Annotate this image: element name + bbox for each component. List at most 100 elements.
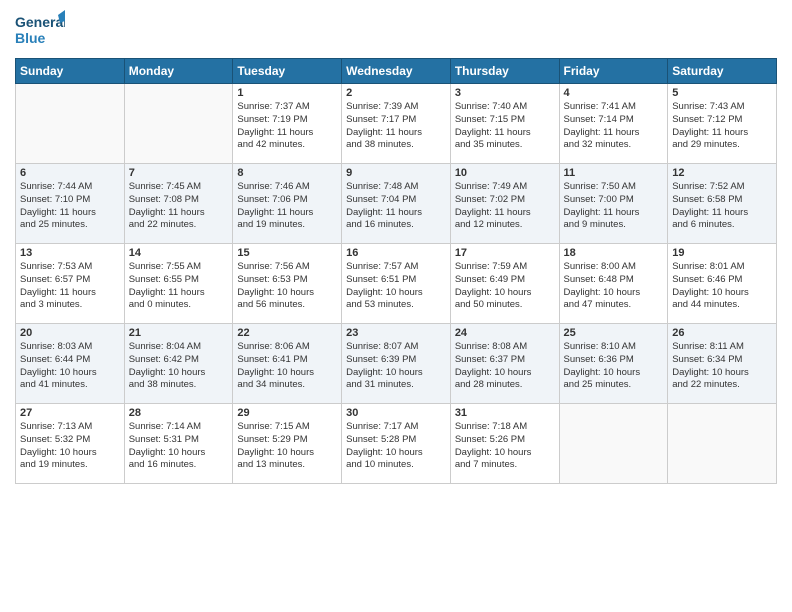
day-number: 23 (346, 327, 446, 339)
daylight-line2: and 47 minutes. (564, 299, 664, 312)
calendar-cell: 27 Sunrise: 7:13 AM Sunset: 5:32 PM Dayl… (16, 404, 125, 484)
daylight-line2: and 9 minutes. (564, 219, 664, 232)
day-number: 11 (564, 167, 664, 179)
day-number: 5 (672, 87, 772, 99)
daylight-line2: and 16 minutes. (346, 219, 446, 232)
calendar-cell: 12 Sunrise: 7:52 AM Sunset: 6:58 PM Dayl… (668, 164, 777, 244)
daylight-line1: Daylight: 11 hours (346, 127, 446, 140)
daylight-line1: Daylight: 11 hours (129, 207, 229, 220)
daylight-line1: Daylight: 11 hours (346, 207, 446, 220)
sunrise-line: Sunrise: 7:59 AM (455, 261, 555, 274)
day-number: 15 (237, 247, 337, 259)
sunrise-line: Sunrise: 7:56 AM (237, 261, 337, 274)
calendar-week-row: 6 Sunrise: 7:44 AM Sunset: 7:10 PM Dayli… (16, 164, 777, 244)
sunrise-line: Sunrise: 7:52 AM (672, 181, 772, 194)
daylight-line2: and 38 minutes. (129, 379, 229, 392)
day-number: 12 (672, 167, 772, 179)
daylight-line1: Daylight: 10 hours (237, 287, 337, 300)
sunrise-line: Sunrise: 7:55 AM (129, 261, 229, 274)
calendar-cell: 22 Sunrise: 8:06 AM Sunset: 6:41 PM Dayl… (233, 324, 342, 404)
day-number: 17 (455, 247, 555, 259)
sunrise-line: Sunrise: 8:07 AM (346, 341, 446, 354)
sunrise-line: Sunrise: 7:53 AM (20, 261, 120, 274)
daylight-line2: and 29 minutes. (672, 139, 772, 152)
daylight-line2: and 3 minutes. (20, 299, 120, 312)
calendar-cell (668, 404, 777, 484)
daylight-line1: Daylight: 11 hours (20, 287, 120, 300)
daylight-line1: Daylight: 11 hours (672, 127, 772, 140)
sunset-line: Sunset: 6:34 PM (672, 354, 772, 367)
daylight-line1: Daylight: 10 hours (672, 367, 772, 380)
sunrise-line: Sunrise: 8:03 AM (20, 341, 120, 354)
daylight-line2: and 32 minutes. (564, 139, 664, 152)
calendar-header-saturday: Saturday (668, 59, 777, 84)
day-number: 26 (672, 327, 772, 339)
sunset-line: Sunset: 6:46 PM (672, 274, 772, 287)
daylight-line2: and 35 minutes. (455, 139, 555, 152)
calendar-cell: 14 Sunrise: 7:55 AM Sunset: 6:55 PM Dayl… (124, 244, 233, 324)
svg-text:General: General (15, 14, 65, 30)
daylight-line1: Daylight: 11 hours (564, 207, 664, 220)
logo-svg: General Blue (15, 10, 65, 50)
sunset-line: Sunset: 7:02 PM (455, 194, 555, 207)
sunrise-line: Sunrise: 8:11 AM (672, 341, 772, 354)
daylight-line1: Daylight: 10 hours (237, 447, 337, 460)
day-number: 29 (237, 407, 337, 419)
day-number: 6 (20, 167, 120, 179)
daylight-line1: Daylight: 11 hours (455, 127, 555, 140)
sunrise-line: Sunrise: 7:14 AM (129, 421, 229, 434)
daylight-line1: Daylight: 10 hours (455, 287, 555, 300)
daylight-line2: and 34 minutes. (237, 379, 337, 392)
daylight-line2: and 41 minutes. (20, 379, 120, 392)
daylight-line2: and 7 minutes. (455, 459, 555, 472)
daylight-line1: Daylight: 10 hours (129, 367, 229, 380)
day-number: 20 (20, 327, 120, 339)
daylight-line1: Daylight: 11 hours (237, 127, 337, 140)
calendar-cell: 30 Sunrise: 7:17 AM Sunset: 5:28 PM Dayl… (342, 404, 451, 484)
header: General Blue (15, 10, 777, 50)
svg-text:Blue: Blue (15, 30, 46, 46)
sunrise-line: Sunrise: 7:46 AM (237, 181, 337, 194)
calendar-header-row: SundayMondayTuesdayWednesdayThursdayFrid… (16, 59, 777, 84)
daylight-line1: Daylight: 10 hours (455, 447, 555, 460)
daylight-line1: Daylight: 10 hours (346, 367, 446, 380)
calendar-cell: 31 Sunrise: 7:18 AM Sunset: 5:26 PM Dayl… (450, 404, 559, 484)
calendar-cell: 13 Sunrise: 7:53 AM Sunset: 6:57 PM Dayl… (16, 244, 125, 324)
sunrise-line: Sunrise: 7:18 AM (455, 421, 555, 434)
daylight-line1: Daylight: 10 hours (129, 447, 229, 460)
sunset-line: Sunset: 6:53 PM (237, 274, 337, 287)
day-number: 21 (129, 327, 229, 339)
calendar-cell: 2 Sunrise: 7:39 AM Sunset: 7:17 PM Dayli… (342, 84, 451, 164)
sunrise-line: Sunrise: 8:06 AM (237, 341, 337, 354)
day-number: 1 (237, 87, 337, 99)
day-number: 28 (129, 407, 229, 419)
calendar-cell: 10 Sunrise: 7:49 AM Sunset: 7:02 PM Dayl… (450, 164, 559, 244)
sunset-line: Sunset: 5:26 PM (455, 434, 555, 447)
sunrise-line: Sunrise: 7:45 AM (129, 181, 229, 194)
calendar-cell: 8 Sunrise: 7:46 AM Sunset: 7:06 PM Dayli… (233, 164, 342, 244)
calendar-cell: 7 Sunrise: 7:45 AM Sunset: 7:08 PM Dayli… (124, 164, 233, 244)
day-number: 13 (20, 247, 120, 259)
sunset-line: Sunset: 7:12 PM (672, 114, 772, 127)
calendar-cell: 21 Sunrise: 8:04 AM Sunset: 6:42 PM Dayl… (124, 324, 233, 404)
sunrise-line: Sunrise: 8:10 AM (564, 341, 664, 354)
daylight-line1: Daylight: 11 hours (237, 207, 337, 220)
sunrise-line: Sunrise: 8:08 AM (455, 341, 555, 354)
daylight-line1: Daylight: 10 hours (20, 447, 120, 460)
sunrise-line: Sunrise: 7:13 AM (20, 421, 120, 434)
calendar-week-row: 27 Sunrise: 7:13 AM Sunset: 5:32 PM Dayl… (16, 404, 777, 484)
day-number: 22 (237, 327, 337, 339)
daylight-line1: Daylight: 10 hours (564, 287, 664, 300)
sunset-line: Sunset: 5:29 PM (237, 434, 337, 447)
sunrise-line: Sunrise: 7:43 AM (672, 101, 772, 114)
sunrise-line: Sunrise: 7:39 AM (346, 101, 446, 114)
calendar-cell: 17 Sunrise: 7:59 AM Sunset: 6:49 PM Dayl… (450, 244, 559, 324)
sunset-line: Sunset: 5:28 PM (346, 434, 446, 447)
day-number: 2 (346, 87, 446, 99)
sunset-line: Sunset: 7:06 PM (237, 194, 337, 207)
calendar-header-sunday: Sunday (16, 59, 125, 84)
daylight-line2: and 28 minutes. (455, 379, 555, 392)
calendar-cell: 18 Sunrise: 8:00 AM Sunset: 6:48 PM Dayl… (559, 244, 668, 324)
sunset-line: Sunset: 6:58 PM (672, 194, 772, 207)
sunset-line: Sunset: 6:51 PM (346, 274, 446, 287)
